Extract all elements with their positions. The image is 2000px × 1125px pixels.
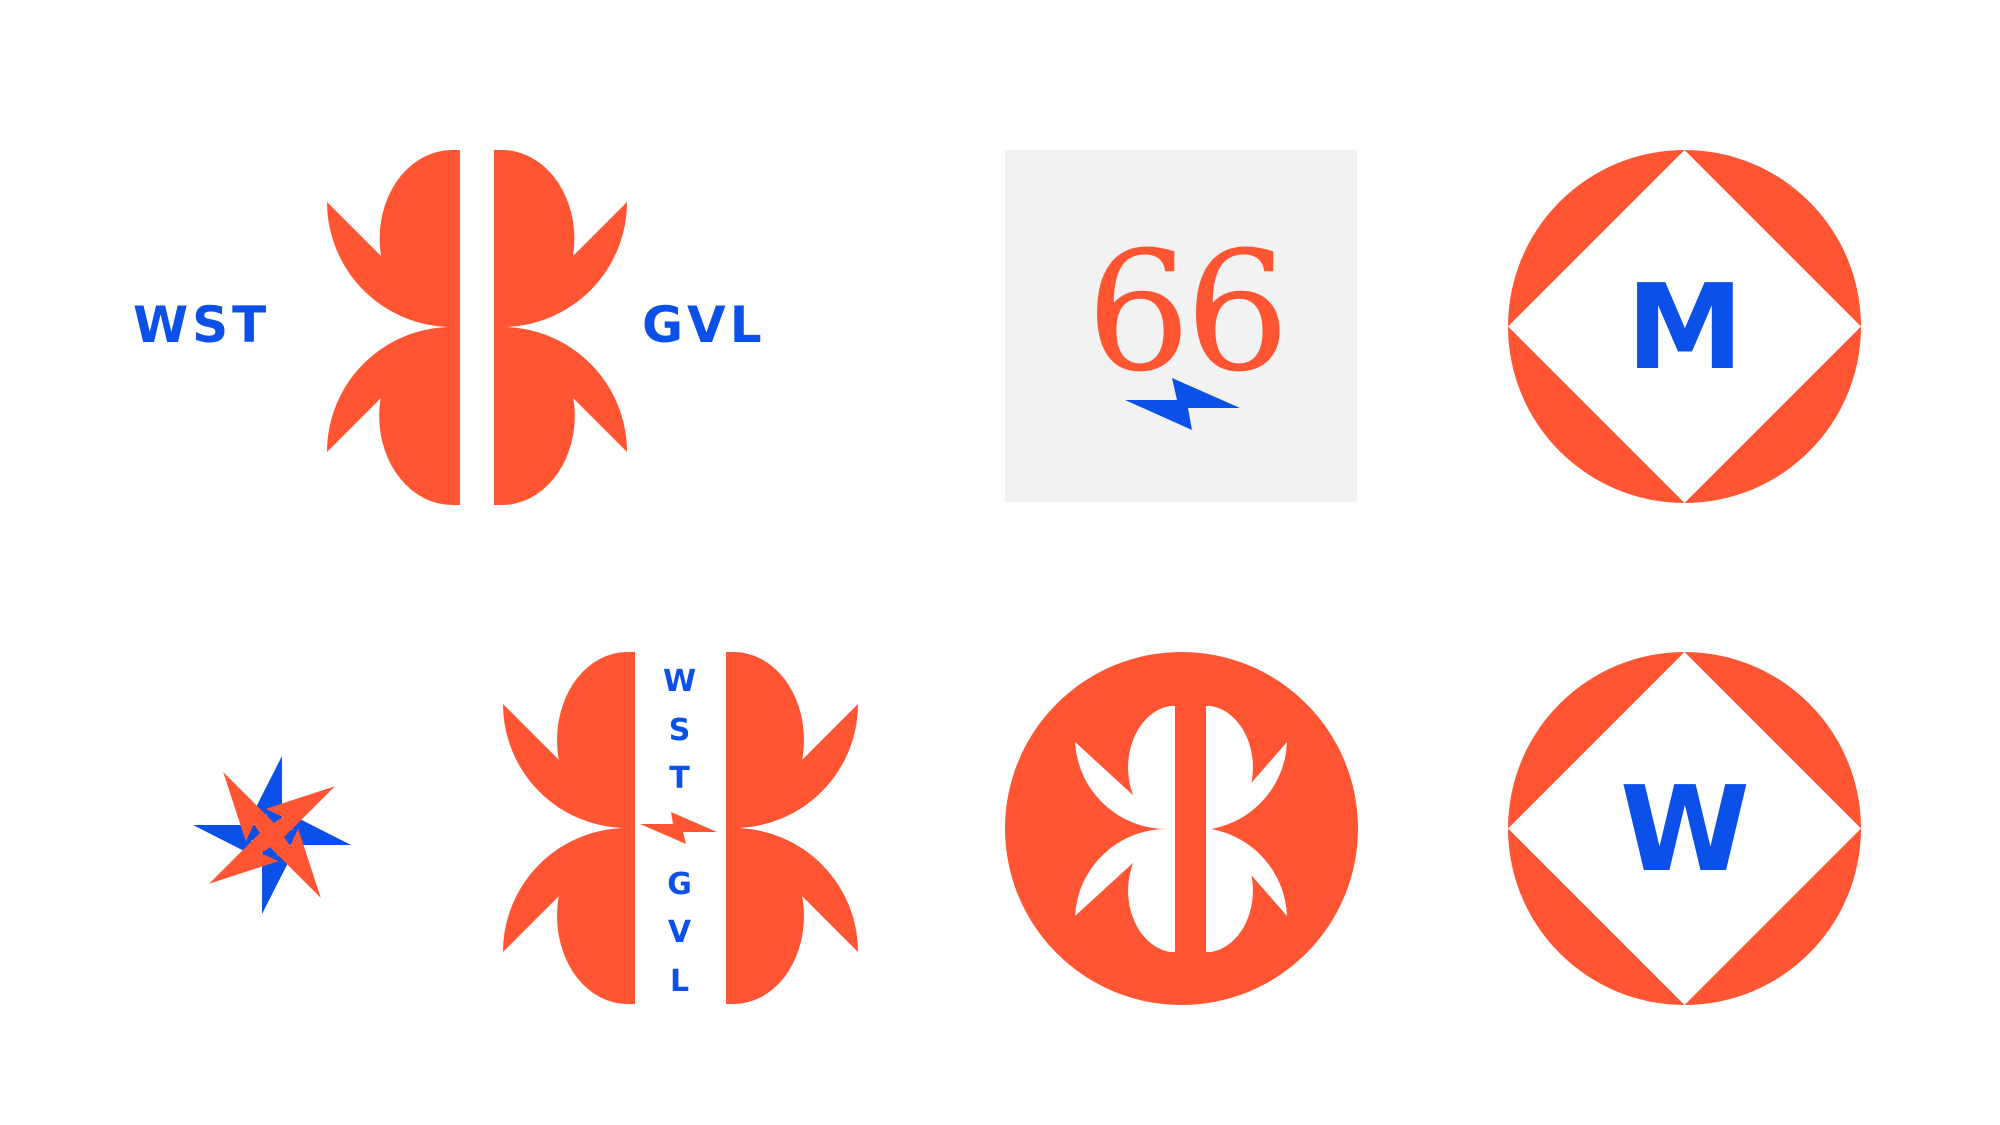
monogram-m-letter: M: [1626, 258, 1744, 396]
primary-petal-emblem: [327, 150, 627, 505]
circle-petal-badge: [1005, 652, 1358, 1005]
vertical-letter-l: L: [669, 964, 691, 999]
vertical-petal-emblem: [503, 652, 858, 1004]
vertical-letter-g: G: [667, 867, 693, 902]
lightning-burst-icon: [193, 756, 351, 914]
lightning-bolt-icon: [1125, 378, 1240, 430]
vertical-letter-s: S: [668, 713, 692, 748]
vertical-letter-w: W: [662, 664, 698, 699]
wordmark-right: GVL: [642, 296, 766, 354]
vertical-letter-v: V: [667, 915, 693, 950]
number-mark-text: 66: [1086, 216, 1290, 408]
vertical-letter-t: T: [669, 761, 691, 796]
monogram-w-letter: W: [1619, 760, 1751, 898]
wordmark-left: WST: [133, 296, 271, 354]
